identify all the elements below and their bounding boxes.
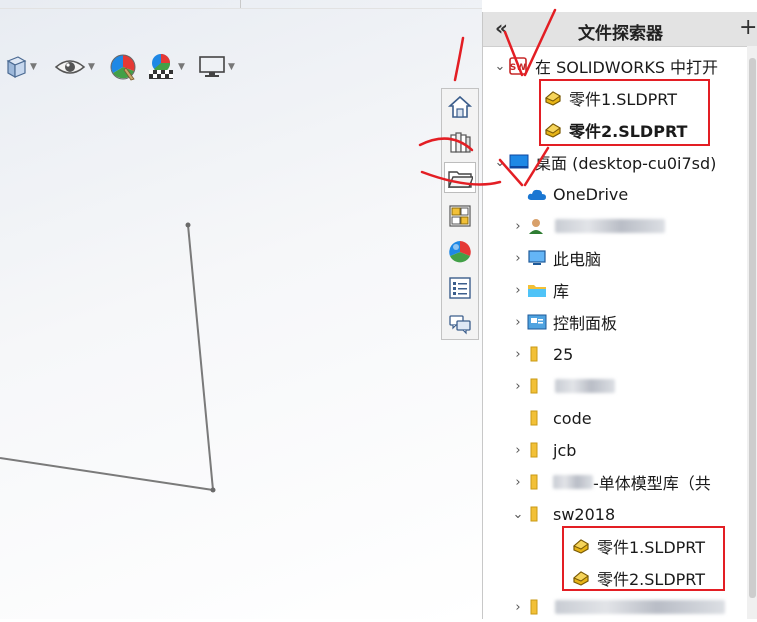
sketch-point[interactable] [210, 487, 216, 493]
home-icon [447, 95, 473, 118]
solidworks-icon: SW [509, 56, 531, 76]
graphics-viewport[interactable]: ▼ ▼ ▼ ▼ [0, 0, 482, 619]
desktop-icon [509, 152, 531, 172]
file-explorer-icon [447, 170, 473, 188]
library-folder-icon [527, 280, 549, 300]
vertical-scrollbar[interactable] [747, 46, 757, 619]
computer-icon [527, 248, 549, 268]
design-library-icon [450, 131, 471, 153]
chevron-down-icon[interactable]: ⌄ [491, 155, 509, 170]
control-panel-icon [527, 312, 549, 332]
redacted-text [555, 219, 665, 233]
sketch-geometry[interactable] [0, 0, 482, 619]
chevron-right-icon[interactable]: › [509, 347, 527, 362]
tab-view-palette[interactable] [444, 200, 476, 231]
tree-item-control-panel[interactable]: › 控制面板 [509, 307, 617, 337]
tab-custom-properties[interactable] [444, 272, 476, 303]
chevron-down-icon[interactable]: ⌄ [491, 59, 509, 74]
view-palette-icon [449, 204, 471, 227]
custom-properties-icon [449, 276, 471, 299]
tree-item-folder-code[interactable]: code [527, 403, 592, 433]
tree-item-label: 桌面 (desktop-cu0i7sd) [535, 154, 717, 173]
folder-icon [527, 408, 549, 428]
sketch-point[interactable] [185, 222, 191, 228]
chevron-right-icon[interactable]: › [509, 283, 527, 298]
tree-item-label: 库 [553, 282, 570, 301]
folder-icon [527, 504, 549, 524]
tree-item-label: 25 [553, 344, 574, 364]
folder-icon [527, 440, 549, 460]
tree-item-folder-model-library[interactable]: › -单体模型库（共 [509, 467, 711, 497]
svg-text:SW: SW [510, 63, 526, 73]
redacted-text [553, 475, 593, 489]
tree-item-folder-redacted-2[interactable]: › [509, 592, 725, 622]
chevron-right-icon[interactable]: › [509, 600, 527, 615]
tree-item-label: jcb [553, 440, 577, 460]
redacted-text [555, 600, 725, 614]
tree-item-folder-sw2018[interactable]: ⌄ sw2018 [509, 499, 616, 529]
tree-item-label: -单体模型库（共 [593, 474, 711, 493]
folder-icon [527, 597, 549, 617]
task-pane-tabs [441, 88, 479, 340]
tree-item-open-in-solidworks[interactable]: ⌄ SW 在 SOLIDWORKS 中打开 [491, 51, 718, 81]
tab-appearances-scenes[interactable] [444, 236, 476, 267]
tab-home[interactable] [444, 91, 476, 122]
folder-icon [527, 376, 549, 396]
tab-forum[interactable] [444, 308, 476, 339]
cloud-icon [527, 184, 549, 204]
file-explorer-header: « 文件探索器 + [483, 12, 757, 47]
tree-item-library[interactable]: › 库 [509, 275, 569, 305]
chevron-right-icon[interactable]: › [509, 315, 527, 330]
collapse-pane-button[interactable]: « [495, 16, 508, 40]
chevron-right-icon[interactable]: › [509, 251, 527, 266]
chevron-right-icon[interactable]: › [509, 379, 527, 394]
tree-item-this-pc[interactable]: › 此电脑 [509, 243, 601, 273]
chevron-right-icon[interactable]: › [509, 219, 527, 234]
tree-item-label: sw2018 [553, 504, 616, 524]
tree-item-label: 此电脑 [553, 250, 602, 269]
chevron-right-icon[interactable]: › [509, 475, 527, 490]
tab-design-library[interactable] [444, 126, 476, 157]
redacted-text [555, 379, 615, 393]
tree-item-label: 在 SOLIDWORKS 中打开 [535, 58, 719, 77]
scrollbar-thumb[interactable] [749, 58, 756, 598]
highlight-box [562, 526, 725, 591]
tree-item-user[interactable]: › [509, 211, 665, 241]
folder-icon [527, 472, 549, 492]
user-icon [527, 216, 549, 236]
tree-item-folder-25[interactable]: › 25 [509, 339, 573, 369]
highlight-box [539, 79, 710, 146]
tree-item-folder-jcb[interactable]: › jcb [509, 435, 576, 465]
pane-title: 文件探索器 [578, 24, 663, 44]
tab-file-explorer[interactable] [444, 162, 476, 193]
tree-item-folder-redacted[interactable]: › [509, 371, 615, 401]
tree-item-label: code [553, 408, 592, 428]
forum-icon [449, 314, 471, 334]
tree-item-label: 控制面板 [553, 314, 618, 333]
folder-icon [527, 344, 549, 364]
tree-item-label: OneDrive [553, 184, 629, 204]
chevron-down-icon[interactable]: ⌄ [509, 507, 527, 522]
add-button[interactable]: + [739, 15, 757, 40]
tree-item-onedrive[interactable]: OneDrive [509, 179, 628, 209]
appearances-scenes-icon [449, 240, 471, 262]
tree-item-desktop[interactable]: ⌄ 桌面 (desktop-cu0i7sd) [491, 147, 717, 177]
chevron-right-icon[interactable]: › [509, 443, 527, 458]
